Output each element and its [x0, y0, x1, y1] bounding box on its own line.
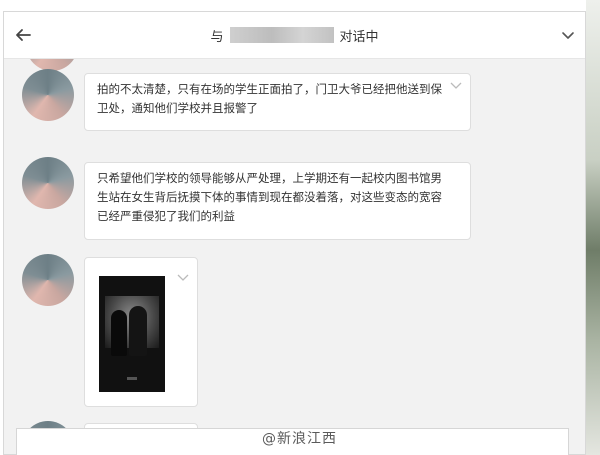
message-text: 只希望他们学校的领导能够从严处理，上学期还有一起校内图书馆男生站在女生背后抚摸下… [97, 171, 442, 223]
avatar[interactable] [22, 157, 74, 209]
chevron-down-icon[interactable] [450, 82, 462, 90]
image-message-bubble[interactable] [84, 257, 198, 407]
conversation-title: 与 对话中 [4, 12, 585, 58]
title-prefix: 与 [210, 29, 224, 45]
avatar[interactable] [22, 254, 74, 306]
censored-username [229, 27, 334, 43]
watermark-text: @新浪江西 [262, 431, 337, 447]
title-suffix: 对话中 [339, 29, 379, 45]
avatar[interactable] [22, 69, 74, 121]
photo-thumbnail[interactable] [99, 276, 165, 392]
chevron-down-icon[interactable] [177, 274, 189, 282]
message-text: 拍的不太清楚，只有在场的学生正面拍了，门卫大爷已经把他送到保卫处，通知他们学校并… [97, 82, 442, 115]
screenshot-frame: 与 对话中 拍的不太清楚，只有在场的学生正面拍了，门卫大爷已经把他送到保卫处，通… [0, 0, 600, 455]
message-bubble[interactable]: 只希望他们学校的领导能够从严处理，上学期还有一起校内图书馆男生站在女生背后抚摸下… [84, 162, 471, 240]
title-bar: 与 对话中 [4, 12, 585, 59]
message-bubble[interactable]: 拍的不太清楚，只有在场的学生正面拍了，门卫大爷已经把他送到保卫处，通知他们学校并… [84, 73, 471, 131]
chat-window: 与 对话中 拍的不太清楚，只有在场的学生正面拍了，门卫大爷已经把他送到保卫处，通… [3, 11, 586, 455]
message-list[interactable]: 拍的不太清楚，只有在场的学生正面拍了，门卫大爷已经把他送到保卫处，通知他们学校并… [4, 59, 585, 439]
desktop-background [586, 0, 600, 455]
chevron-down-icon[interactable] [559, 26, 577, 44]
